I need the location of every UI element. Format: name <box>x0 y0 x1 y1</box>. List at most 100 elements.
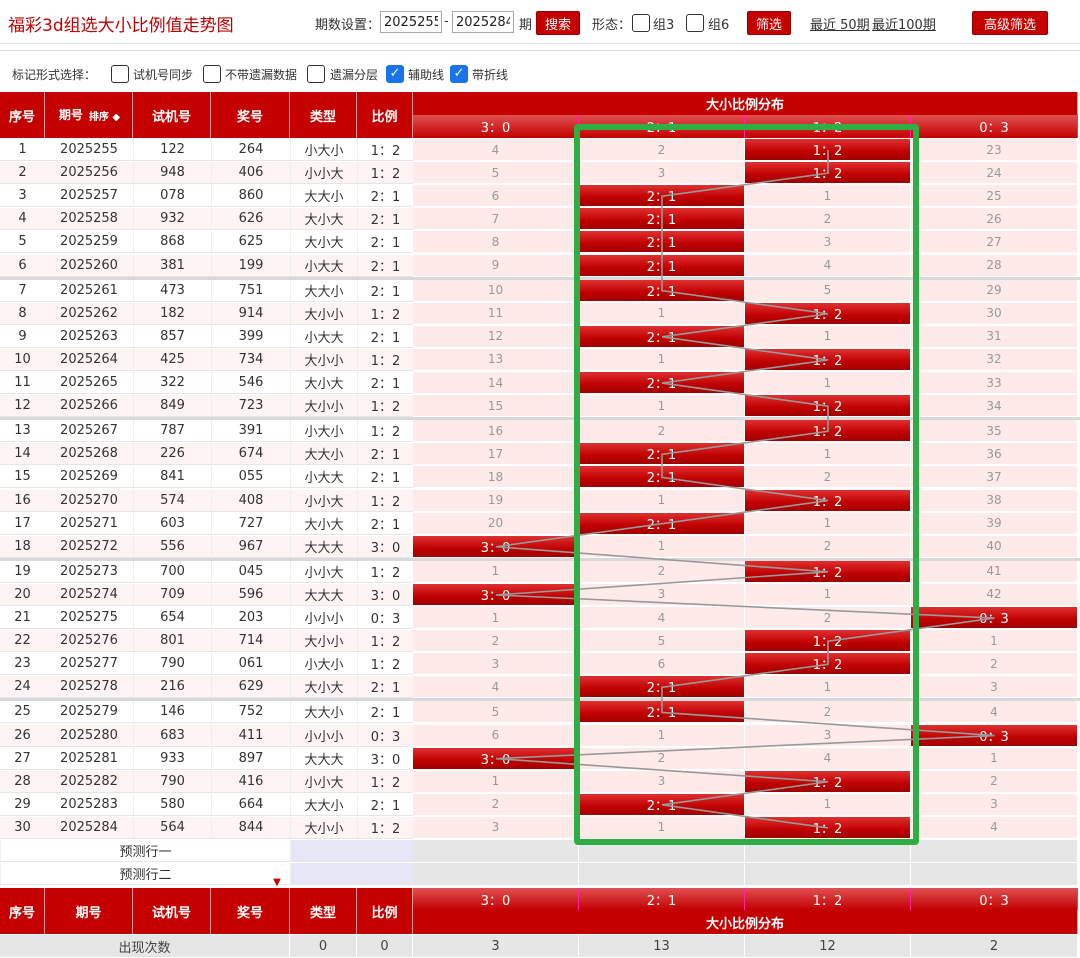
omission-cell: 39 <box>911 512 1078 535</box>
row-trial: 574 <box>133 489 211 512</box>
row-trial: 849 <box>133 395 211 418</box>
footer-header-prize: 奖号 <box>211 888 290 934</box>
predict-input-area[interactable] <box>290 863 413 885</box>
stats-ratio-count: 0 <box>357 935 413 957</box>
row-type: 小小大 <box>290 162 357 185</box>
omission-cell: 1 <box>413 770 579 793</box>
header-period[interactable]: 期号 排序 ◆ <box>45 92 133 138</box>
omission-cell: 1 <box>579 724 745 747</box>
omission-cell: 41 <box>911 560 1078 583</box>
row-period: 2025258 <box>45 208 133 231</box>
omission-cell: 1 <box>745 443 911 466</box>
hit-cell: 2：1 <box>579 325 745 348</box>
omission-cell: 32 <box>911 348 1078 371</box>
omission-cell: 1 <box>579 535 745 558</box>
omission-cell: 1 <box>579 302 745 325</box>
row-seq: 6 <box>0 254 45 277</box>
row-trial: 933 <box>133 747 211 770</box>
omission-cell: 2 <box>413 630 579 653</box>
hit-cell: 2：1 <box>579 254 745 277</box>
sort-icon[interactable]: 排序 ◆ <box>89 108 120 123</box>
row-trial: 790 <box>133 653 211 676</box>
row-trial: 564 <box>133 816 211 839</box>
omission-cell: 1 <box>745 372 911 395</box>
row-type: 小大小 <box>290 139 357 162</box>
hit-cell: 2：1 <box>579 231 745 254</box>
row-type: 小小大 <box>290 560 357 583</box>
predict-cell[interactable] <box>745 863 911 885</box>
row-period: 2025275 <box>45 607 133 630</box>
omission-cell: 5 <box>579 630 745 653</box>
predict-cell[interactable] <box>579 863 745 885</box>
footer-dist-col: 0：3 <box>911 888 1078 910</box>
row-period: 2025281 <box>45 747 133 770</box>
row-type: 大大大 <box>290 583 357 606</box>
row-prize: 045 <box>211 560 290 583</box>
omission-cell: 1 <box>911 747 1078 770</box>
predict-cell[interactable] <box>413 863 579 885</box>
row-prize: 406 <box>211 162 290 185</box>
row-seq: 11 <box>0 372 45 395</box>
row-seq: 30 <box>0 816 45 839</box>
row-seq: 14 <box>0 443 45 466</box>
row-prize: 734 <box>211 348 290 371</box>
predict-cell[interactable] <box>413 840 579 862</box>
hit-cell: 2：1 <box>579 793 745 816</box>
row-seq: 3 <box>0 185 45 208</box>
row-prize: 914 <box>211 302 290 325</box>
row-trial: 603 <box>133 512 211 535</box>
predict-row-label: 预测行二 <box>0 863 290 885</box>
omission-cell: 16 <box>413 420 579 443</box>
row-period: 2025259 <box>45 231 133 254</box>
stats-dist-count: 3 <box>413 935 579 957</box>
predict-input-area[interactable] <box>290 840 413 862</box>
row-trial: 322 <box>133 372 211 395</box>
down-arrow-icon[interactable]: ▼ <box>270 876 284 888</box>
row-type: 大小小 <box>290 302 357 325</box>
row-trial: 654 <box>133 607 211 630</box>
row-period: 2025271 <box>45 512 133 535</box>
predict-cell[interactable] <box>911 863 1078 885</box>
omission-cell: 2 <box>911 653 1078 676</box>
hit-cell: 2：1 <box>579 676 745 699</box>
row-prize: 391 <box>211 420 290 443</box>
row-seq: 18 <box>0 535 45 558</box>
hit-cell: 1：2 <box>745 489 911 512</box>
header-type: 类型 <box>290 92 357 138</box>
predict-cell[interactable] <box>579 840 745 862</box>
hit-cell: 3：0 <box>413 583 579 606</box>
row-ratio: 0：3 <box>357 724 413 747</box>
row-period: 2025280 <box>45 724 133 747</box>
row-prize: 664 <box>211 793 290 816</box>
row-seq: 19 <box>0 560 45 583</box>
omission-cell: 2 <box>745 607 911 630</box>
row-period: 2025268 <box>45 443 133 466</box>
row-type: 小小小 <box>290 607 357 630</box>
row-prize: 546 <box>211 372 290 395</box>
row-ratio: 1：2 <box>357 653 413 676</box>
row-prize: 199 <box>211 254 290 277</box>
row-period: 2025265 <box>45 372 133 395</box>
row-seq: 8 <box>0 302 45 325</box>
row-ratio: 1：2 <box>357 560 413 583</box>
hit-cell: 1：2 <box>745 139 911 162</box>
row-period: 2025269 <box>45 466 133 489</box>
row-ratio: 1：2 <box>357 395 413 418</box>
row-period: 2025264 <box>45 348 133 371</box>
row-trial: 216 <box>133 676 211 699</box>
row-seq: 13 <box>0 420 45 443</box>
omission-cell: 10 <box>413 279 579 302</box>
omission-cell: 28 <box>911 254 1078 277</box>
predict-cell[interactable] <box>911 840 1078 862</box>
header-ratio: 比例 <box>357 92 413 138</box>
footer-dist-col: 1：2 <box>745 888 911 910</box>
omission-cell: 1 <box>745 676 911 699</box>
row-ratio: 2：1 <box>357 185 413 208</box>
hit-cell: 2：1 <box>579 512 745 535</box>
row-seq: 7 <box>0 279 45 302</box>
predict-cell[interactable] <box>745 840 911 862</box>
omission-cell: 1 <box>413 560 579 583</box>
row-type: 大小大 <box>290 372 357 395</box>
row-seq: 21 <box>0 607 45 630</box>
omission-cell: 4 <box>911 701 1078 724</box>
